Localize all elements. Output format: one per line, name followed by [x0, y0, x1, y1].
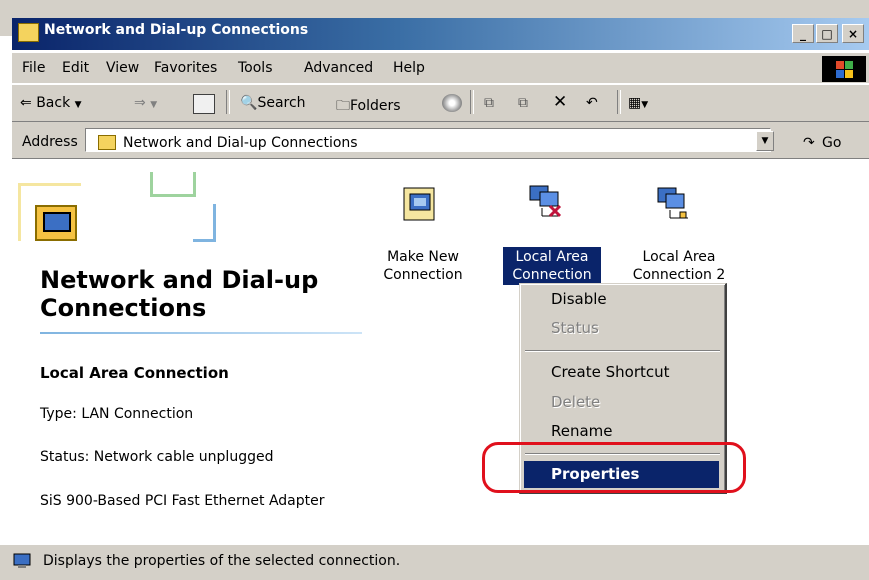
- menu-tools[interactable]: Tools: [238, 60, 273, 76]
- minimize-button[interactable]: _: [792, 24, 814, 43]
- network-connection-icon[interactable]: [656, 186, 692, 222]
- address-value: Network and Dial-up Connections: [123, 135, 358, 151]
- connection-adapter: SiS 900-Based PCI Fast Ethernet Adapter: [40, 493, 325, 509]
- up-folder-icon[interactable]: [193, 94, 215, 114]
- history-icon[interactable]: [442, 94, 462, 112]
- menu-bar: [12, 52, 869, 83]
- toolbar-separator: [226, 90, 230, 114]
- go-button[interactable]: Go: [822, 135, 841, 151]
- dropdown-arrow-icon: ▼: [74, 100, 82, 110]
- annotation-highlight-ring: [482, 442, 746, 493]
- menu-separator: [525, 350, 720, 352]
- search-icon: 🔍: [240, 95, 258, 111]
- forward-button[interactable]: ⇒ ▼: [134, 95, 157, 111]
- decorative-frame: [193, 204, 216, 242]
- back-arrow-icon: ⇐: [20, 95, 32, 111]
- connection-status: Status: Network cable unplugged: [40, 449, 274, 465]
- delete-icon[interactable]: ✕: [553, 92, 567, 112]
- folders-button[interactable]: 🗀Folders: [336, 95, 401, 119]
- icon-label[interactable]: Make New Connection: [368, 248, 478, 284]
- go-arrow-icon[interactable]: ↷: [803, 135, 815, 151]
- windows-logo-icon: [822, 56, 866, 82]
- network-folder-icon: [35, 205, 77, 241]
- views-icon: ▦: [628, 95, 642, 111]
- dropdown-arrow-icon: ▼: [150, 100, 158, 110]
- menu-file[interactable]: File: [22, 60, 45, 76]
- address-label: Address: [22, 134, 78, 150]
- toolbar-separator: [470, 90, 474, 114]
- network-connection-icon: [13, 553, 31, 568]
- menu-item-status[interactable]: Status: [551, 319, 599, 337]
- search-button[interactable]: 🔍Search: [240, 95, 306, 111]
- divider: [40, 332, 362, 334]
- toolbar-separator: [617, 90, 621, 114]
- forward-arrow-icon: ⇒: [134, 95, 146, 111]
- window-title: Network and Dial-up Connections: [44, 22, 309, 38]
- menu-help[interactable]: Help: [393, 60, 425, 76]
- icon-label[interactable]: Local Area Connection 2: [624, 248, 734, 284]
- network-folder-icon: [98, 135, 116, 150]
- copy-to-icon[interactable]: ⧉: [518, 95, 528, 111]
- close-button[interactable]: ×: [842, 24, 864, 43]
- views-button[interactable]: ▦▼: [628, 95, 648, 111]
- address-dropdown-button[interactable]: ▼: [756, 131, 774, 151]
- menu-item-rename[interactable]: Rename: [551, 422, 613, 440]
- dropdown-arrow-icon: ▼: [641, 100, 649, 110]
- move-to-icon[interactable]: ⧉: [484, 95, 494, 111]
- connection-type: Type: LAN Connection: [40, 406, 194, 422]
- network-folder-icon[interactable]: [18, 23, 39, 42]
- maximize-button[interactable]: □: [816, 24, 838, 43]
- network-disconnected-icon[interactable]: [528, 184, 564, 220]
- menu-advanced[interactable]: Advanced: [304, 60, 373, 76]
- icon-label-selected[interactable]: Local Area Connection: [497, 248, 607, 284]
- selected-connection-name: Local Area Connection: [40, 364, 229, 382]
- back-button[interactable]: ⇐ Back ▼: [20, 95, 82, 111]
- menu-edit[interactable]: Edit: [62, 60, 89, 76]
- status-text: Displays the properties of the selected …: [43, 553, 401, 569]
- menu-view[interactable]: View: [106, 60, 139, 76]
- menu-item-create-shortcut[interactable]: Create Shortcut: [551, 363, 670, 381]
- folders-icon: 🗀: [336, 98, 350, 114]
- undo-icon[interactable]: ↶: [586, 95, 598, 111]
- menu-item-delete[interactable]: Delete: [551, 393, 600, 411]
- panel-title: Network and Dial-up Connections: [40, 266, 319, 322]
- make-new-connection-icon[interactable]: [402, 186, 438, 222]
- decorative-frame: [150, 172, 196, 197]
- left-edge: [0, 0, 12, 579]
- menu-item-disable[interactable]: Disable: [551, 290, 607, 308]
- menu-favorites[interactable]: Favorites: [154, 60, 217, 76]
